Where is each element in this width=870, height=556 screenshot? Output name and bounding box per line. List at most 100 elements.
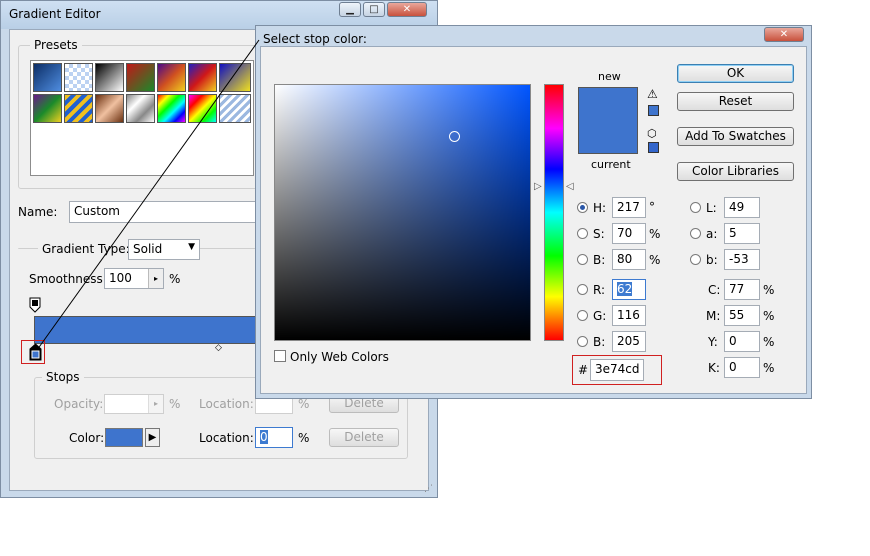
- h-label: H:: [593, 201, 607, 215]
- y-unit: %: [763, 335, 775, 349]
- smoothness-label: Smoothness:: [29, 272, 107, 286]
- preset-swatch[interactable]: [95, 63, 124, 92]
- add-to-swatches-button[interactable]: Add To Swatches: [677, 127, 794, 146]
- reset-button[interactable]: Reset: [677, 92, 794, 111]
- a-field[interactable]: 5: [724, 223, 760, 244]
- resize-grip-icon[interactable]: ⋰: [424, 484, 433, 494]
- web-safe-swatch[interactable]: [648, 142, 659, 153]
- color-field-cursor[interactable]: [449, 131, 460, 142]
- close-icon[interactable]: ✕: [764, 27, 804, 42]
- hex-field[interactable]: 3e74cd: [590, 359, 644, 381]
- location-value: 0: [260, 430, 268, 444]
- b-label: B:: [593, 253, 606, 267]
- b-field[interactable]: 80: [612, 249, 646, 270]
- hue-slider-left-arrow-icon[interactable]: ▷: [534, 181, 542, 192]
- lab-b-label: b:: [706, 253, 718, 267]
- l-radio[interactable]: [690, 202, 701, 213]
- k-label: K:: [708, 361, 720, 375]
- l-field[interactable]: 49: [724, 197, 760, 218]
- gamut-swatch[interactable]: [648, 105, 659, 116]
- preset-swatch[interactable]: [95, 94, 124, 123]
- a-radio[interactable]: [690, 228, 701, 239]
- s-field[interactable]: 70: [612, 223, 646, 244]
- opacity-stop[interactable]: [29, 297, 41, 313]
- preset-swatch[interactable]: [64, 63, 93, 92]
- m-field[interactable]: 55: [724, 305, 760, 326]
- stops-label: Stops: [42, 370, 84, 384]
- s-label: S:: [593, 227, 605, 241]
- preset-swatch[interactable]: [64, 94, 93, 123]
- b-radio[interactable]: [577, 254, 588, 265]
- lab-b-radio[interactable]: [690, 254, 701, 265]
- gradient-type-select[interactable]: Solid ▼: [128, 239, 200, 260]
- preset-swatch[interactable]: [188, 94, 217, 123]
- chevron-down-icon: ▼: [188, 242, 195, 252]
- web-safe-cube-icon[interactable]: ⬡: [647, 127, 657, 140]
- opacity-unit: %: [169, 397, 181, 411]
- gradient-preview-bar[interactable]: [34, 316, 260, 344]
- y-field[interactable]: 0: [724, 331, 760, 352]
- play-arrow-icon[interactable]: ▶: [145, 428, 160, 447]
- location-field[interactable]: 0: [255, 427, 293, 448]
- ok-button[interactable]: OK: [677, 64, 794, 83]
- only-web-colors-label: Only Web Colors: [290, 350, 389, 364]
- k-unit: %: [763, 361, 775, 375]
- k-field[interactable]: 0: [724, 357, 760, 378]
- gamut-warning-icon[interactable]: ⚠: [647, 87, 658, 101]
- only-web-colors-checkbox[interactable]: [274, 350, 286, 362]
- h-radio[interactable]: [577, 202, 588, 213]
- opacity-label: Opacity:: [54, 397, 104, 411]
- hex-label: #: [578, 363, 589, 377]
- rgb-b-radio[interactable]: [577, 336, 588, 347]
- name-label: Name:: [18, 205, 58, 219]
- g-label: G:: [593, 309, 607, 323]
- c-label: C:: [708, 283, 721, 297]
- preset-swatch[interactable]: [157, 63, 186, 92]
- r-label: R:: [593, 283, 606, 297]
- hue-slider[interactable]: [544, 84, 564, 341]
- new-label: new: [598, 70, 621, 83]
- minimize-icon[interactable]: ▁: [339, 2, 361, 17]
- maximize-icon[interactable]: □: [363, 2, 385, 17]
- presets-label: Presets: [30, 38, 82, 52]
- preset-swatch[interactable]: [157, 94, 186, 123]
- c-unit: %: [763, 283, 775, 297]
- y-label: Y:: [708, 335, 718, 349]
- hue-slider-right-arrow-icon[interactable]: ◁: [566, 181, 574, 192]
- name-field[interactable]: Custom: [69, 201, 259, 223]
- s-unit: %: [649, 227, 661, 241]
- m-unit: %: [763, 309, 775, 323]
- preset-swatch[interactable]: [33, 94, 62, 123]
- h-field[interactable]: 217: [612, 197, 646, 218]
- color-stop[interactable]: [29, 343, 42, 361]
- preset-swatch[interactable]: [126, 94, 155, 123]
- color-picker-title: Select stop color:: [263, 32, 367, 46]
- new-current-color-preview[interactable]: [578, 87, 638, 154]
- lab-b-field[interactable]: -53: [724, 249, 760, 270]
- l-label: L:: [706, 201, 717, 215]
- preset-swatch[interactable]: [126, 63, 155, 92]
- color-field[interactable]: [274, 84, 531, 341]
- smoothness-unit: %: [169, 272, 181, 286]
- preset-swatch[interactable]: [188, 63, 217, 92]
- rgb-b-field[interactable]: 205: [612, 331, 646, 352]
- s-radio[interactable]: [577, 228, 588, 239]
- location-unit: %: [298, 431, 310, 445]
- r-radio[interactable]: [577, 284, 588, 295]
- gradient-type-label: Gradient Type:: [38, 242, 134, 256]
- opacity-location-label: Location:: [199, 397, 254, 411]
- g-field[interactable]: 116: [612, 305, 646, 326]
- preset-swatch[interactable]: [219, 94, 251, 123]
- preset-swatch[interactable]: [219, 63, 251, 92]
- delete-color-stop-button: Delete: [329, 428, 399, 447]
- slider-arrow-icon[interactable]: ▸: [148, 269, 163, 288]
- r-field[interactable]: 62: [612, 279, 646, 300]
- stop-color-swatch[interactable]: [105, 428, 143, 447]
- color-libraries-button[interactable]: Color Libraries: [677, 162, 794, 181]
- midpoint-diamond-icon[interactable]: ◇: [215, 343, 222, 353]
- g-radio[interactable]: [577, 310, 588, 321]
- close-icon[interactable]: ✕: [387, 2, 427, 17]
- c-field[interactable]: 77: [724, 279, 760, 300]
- smoothness-field[interactable]: 100 ▸: [104, 268, 164, 289]
- preset-swatch[interactable]: [33, 63, 62, 92]
